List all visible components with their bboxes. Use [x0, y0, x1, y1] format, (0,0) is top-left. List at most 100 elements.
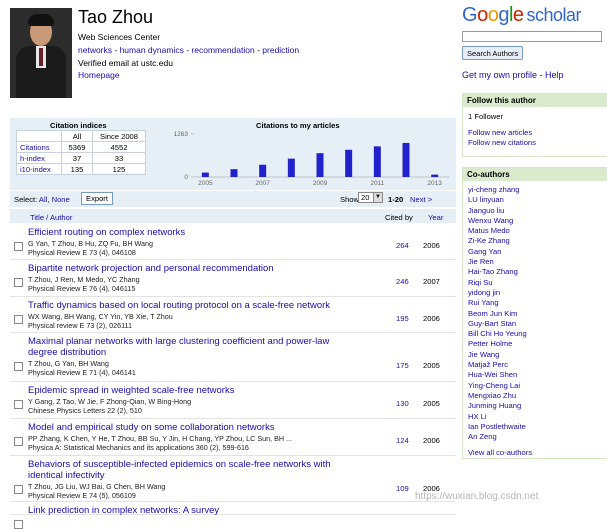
coauthor-link[interactable]: Gang Yan: [468, 247, 603, 257]
sort-year-link[interactable]: Year: [428, 213, 443, 222]
article-checkbox[interactable]: [14, 520, 23, 529]
article-row: Bipartite network projection and persona…: [10, 260, 456, 297]
article-title-link[interactable]: Efficient routing on complex networks: [28, 227, 358, 238]
article-publication: Physical Review E 74 (5), 056109: [28, 491, 136, 500]
chevron-down-icon: ▼: [373, 193, 382, 202]
article-checkbox[interactable]: [14, 242, 23, 251]
article-checkbox[interactable]: [14, 362, 23, 371]
follow-new-citations-link[interactable]: Follow new citations: [468, 138, 603, 148]
article-title-link[interactable]: Link prediction in complex networks: A s…: [28, 505, 358, 516]
coauthor-link[interactable]: Ying-Cheng Lai: [468, 381, 603, 391]
bar-2007: [259, 164, 267, 177]
citation-indices-table: All Since 2008 Citations 5369 4552 h-ind…: [16, 130, 146, 175]
article-title-link[interactable]: Maximal planar networks with large clust…: [28, 336, 358, 358]
coauthor-link[interactable]: Junming Huang: [468, 401, 603, 411]
article-checkbox[interactable]: [14, 278, 23, 287]
profile-photo: [10, 8, 72, 98]
index-label[interactable]: Citations: [16, 141, 62, 153]
coauthor-link[interactable]: Bill Chi Ho Yeung: [468, 329, 603, 339]
coauthor-link[interactable]: Hai-Tao Zhang: [468, 267, 603, 277]
coauthor-link[interactable]: Rui Yang: [468, 298, 603, 308]
coauthor-link[interactable]: HX Li: [468, 412, 603, 422]
profile-affiliation: Web Sciences Center: [78, 32, 161, 42]
select-label: Select:: [14, 195, 39, 204]
bar-2010: [345, 149, 353, 177]
coauthor-link[interactable]: Guy-Bart Stan: [468, 319, 603, 329]
x-tick-label: 2013: [427, 180, 442, 187]
index-label[interactable]: i10-index: [16, 163, 62, 175]
select-none-link[interactable]: None: [52, 195, 70, 204]
article-row: Traffic dynamics based on local routing …: [10, 297, 456, 333]
coauthor-link[interactable]: Wenxu Wang: [468, 216, 603, 226]
coauthor-link[interactable]: LU linyuan: [468, 195, 603, 205]
keyword-link[interactable]: networks: [78, 45, 112, 55]
homepage-link[interactable]: Homepage: [78, 70, 120, 80]
coauthor-link[interactable]: Jie Ren: [468, 257, 603, 267]
coauthor-link[interactable]: Hua-Wei Shen: [468, 370, 603, 380]
article-title-link[interactable]: Model and empirical study on some collab…: [28, 422, 358, 433]
coauthor-link[interactable]: Jie Wang: [468, 350, 603, 360]
coauthor-link[interactable]: Beom Jun Kim: [468, 309, 603, 319]
get-own-profile-link[interactable]: Get my own profile: [462, 70, 537, 80]
search-authors-button[interactable]: Search Authors: [462, 46, 524, 60]
article-publication: Physical Review E 76 (4), 046115: [28, 284, 136, 293]
article-publication: Physical review E 73 (2), 026111: [28, 321, 133, 330]
next-page-link[interactable]: Next >: [410, 195, 432, 204]
article-title-link[interactable]: Behaviors of susceptible-infected epidem…: [28, 459, 358, 481]
article-title-link[interactable]: Traffic dynamics based on local routing …: [28, 300, 358, 311]
article-row: Link prediction in complex networks: A s…: [10, 502, 456, 529]
cited-by-count-link[interactable]: 264: [396, 241, 409, 250]
cited-by-count-link[interactable]: 124: [396, 436, 409, 445]
cited-by-count-link[interactable]: 130: [396, 399, 409, 408]
index-label[interactable]: h-index: [16, 152, 62, 164]
help-link[interactable]: Help: [545, 70, 564, 80]
table-header-since: Since 2008: [92, 130, 146, 142]
cited-by-count-link[interactable]: 175: [396, 361, 409, 370]
coauthor-link[interactable]: Matjaž Perc: [468, 360, 603, 370]
google-scholar-logo[interactable]: Google scholar: [462, 4, 582, 27]
coauthor-link[interactable]: An Zeng: [468, 432, 603, 442]
keyword-link[interactable]: prediction: [262, 45, 299, 55]
articles-toolbar: Select: All, None Export Show 20 ▼ 1-20 N…: [10, 191, 456, 207]
article-checkbox[interactable]: [14, 437, 23, 446]
show-count-select[interactable]: 20 ▼: [358, 192, 383, 203]
index-all-value: 5369: [61, 141, 93, 153]
coauthor-link[interactable]: Matus Medo: [468, 226, 603, 236]
follow-new-articles-link[interactable]: Follow new articles: [468, 128, 603, 138]
coauthor-link[interactable]: Zi-Ke Zhang: [468, 236, 603, 246]
coauthor-link[interactable]: Jianguo liu: [468, 206, 603, 216]
article-year: 2006: [423, 436, 440, 445]
keyword-link[interactable]: recommendation: [191, 45, 254, 55]
view-all-coauthors-link[interactable]: View all co-authors: [468, 448, 603, 458]
y-tick-label: 1263: [174, 131, 189, 138]
cited-by-count-link[interactable]: 195: [396, 314, 409, 323]
keyword-link[interactable]: human dynamics: [120, 45, 184, 55]
bar-2009: [316, 153, 324, 177]
coauthor-link[interactable]: Petter Holme: [468, 339, 603, 349]
index-all-value: 37: [61, 152, 93, 164]
article-checkbox[interactable]: [14, 485, 23, 494]
article-checkbox[interactable]: [14, 400, 23, 409]
article-authors: WX Wang, BH Wang, CY Yin, YB Xie, T Zhou: [28, 312, 173, 321]
cited-by-count-link[interactable]: 246: [396, 277, 409, 286]
coauthor-link[interactable]: yidong jin: [468, 288, 603, 298]
article-title-link[interactable]: Bipartite network projection and persona…: [28, 263, 358, 274]
profile-email: Verified email at ustc.edu: [78, 58, 173, 68]
article-row: Model and empirical study on some collab…: [10, 419, 456, 456]
coauthors-heading: Co-authors: [463, 168, 607, 181]
coauthor-link[interactable]: Ian Postlethwaite: [468, 422, 603, 432]
search-authors-input[interactable]: [462, 31, 602, 42]
article-checkbox[interactable]: [14, 315, 23, 324]
x-tick-label: 2011: [370, 180, 384, 187]
cited-by-count-link[interactable]: 109: [396, 484, 409, 493]
coauthor-link[interactable]: Mengxiao Zhu: [468, 391, 603, 401]
article-authors: Y Gang, Z Tao, W Jie, F Zhong-Qian, W Bi…: [28, 397, 192, 406]
results-range: 1-20: [388, 195, 404, 204]
article-publication: Physical Review E 71 (4), 046141: [28, 368, 136, 377]
sort-title-link[interactable]: Title / Author: [30, 213, 72, 222]
bar-2006: [230, 169, 238, 177]
coauthor-link[interactable]: Riqi Su: [468, 278, 603, 288]
article-title-link[interactable]: Epidemic spread in weighted scale-free n…: [28, 385, 358, 396]
coauthor-link[interactable]: yi-cheng zhang: [468, 185, 603, 195]
export-button[interactable]: Export: [81, 192, 113, 205]
